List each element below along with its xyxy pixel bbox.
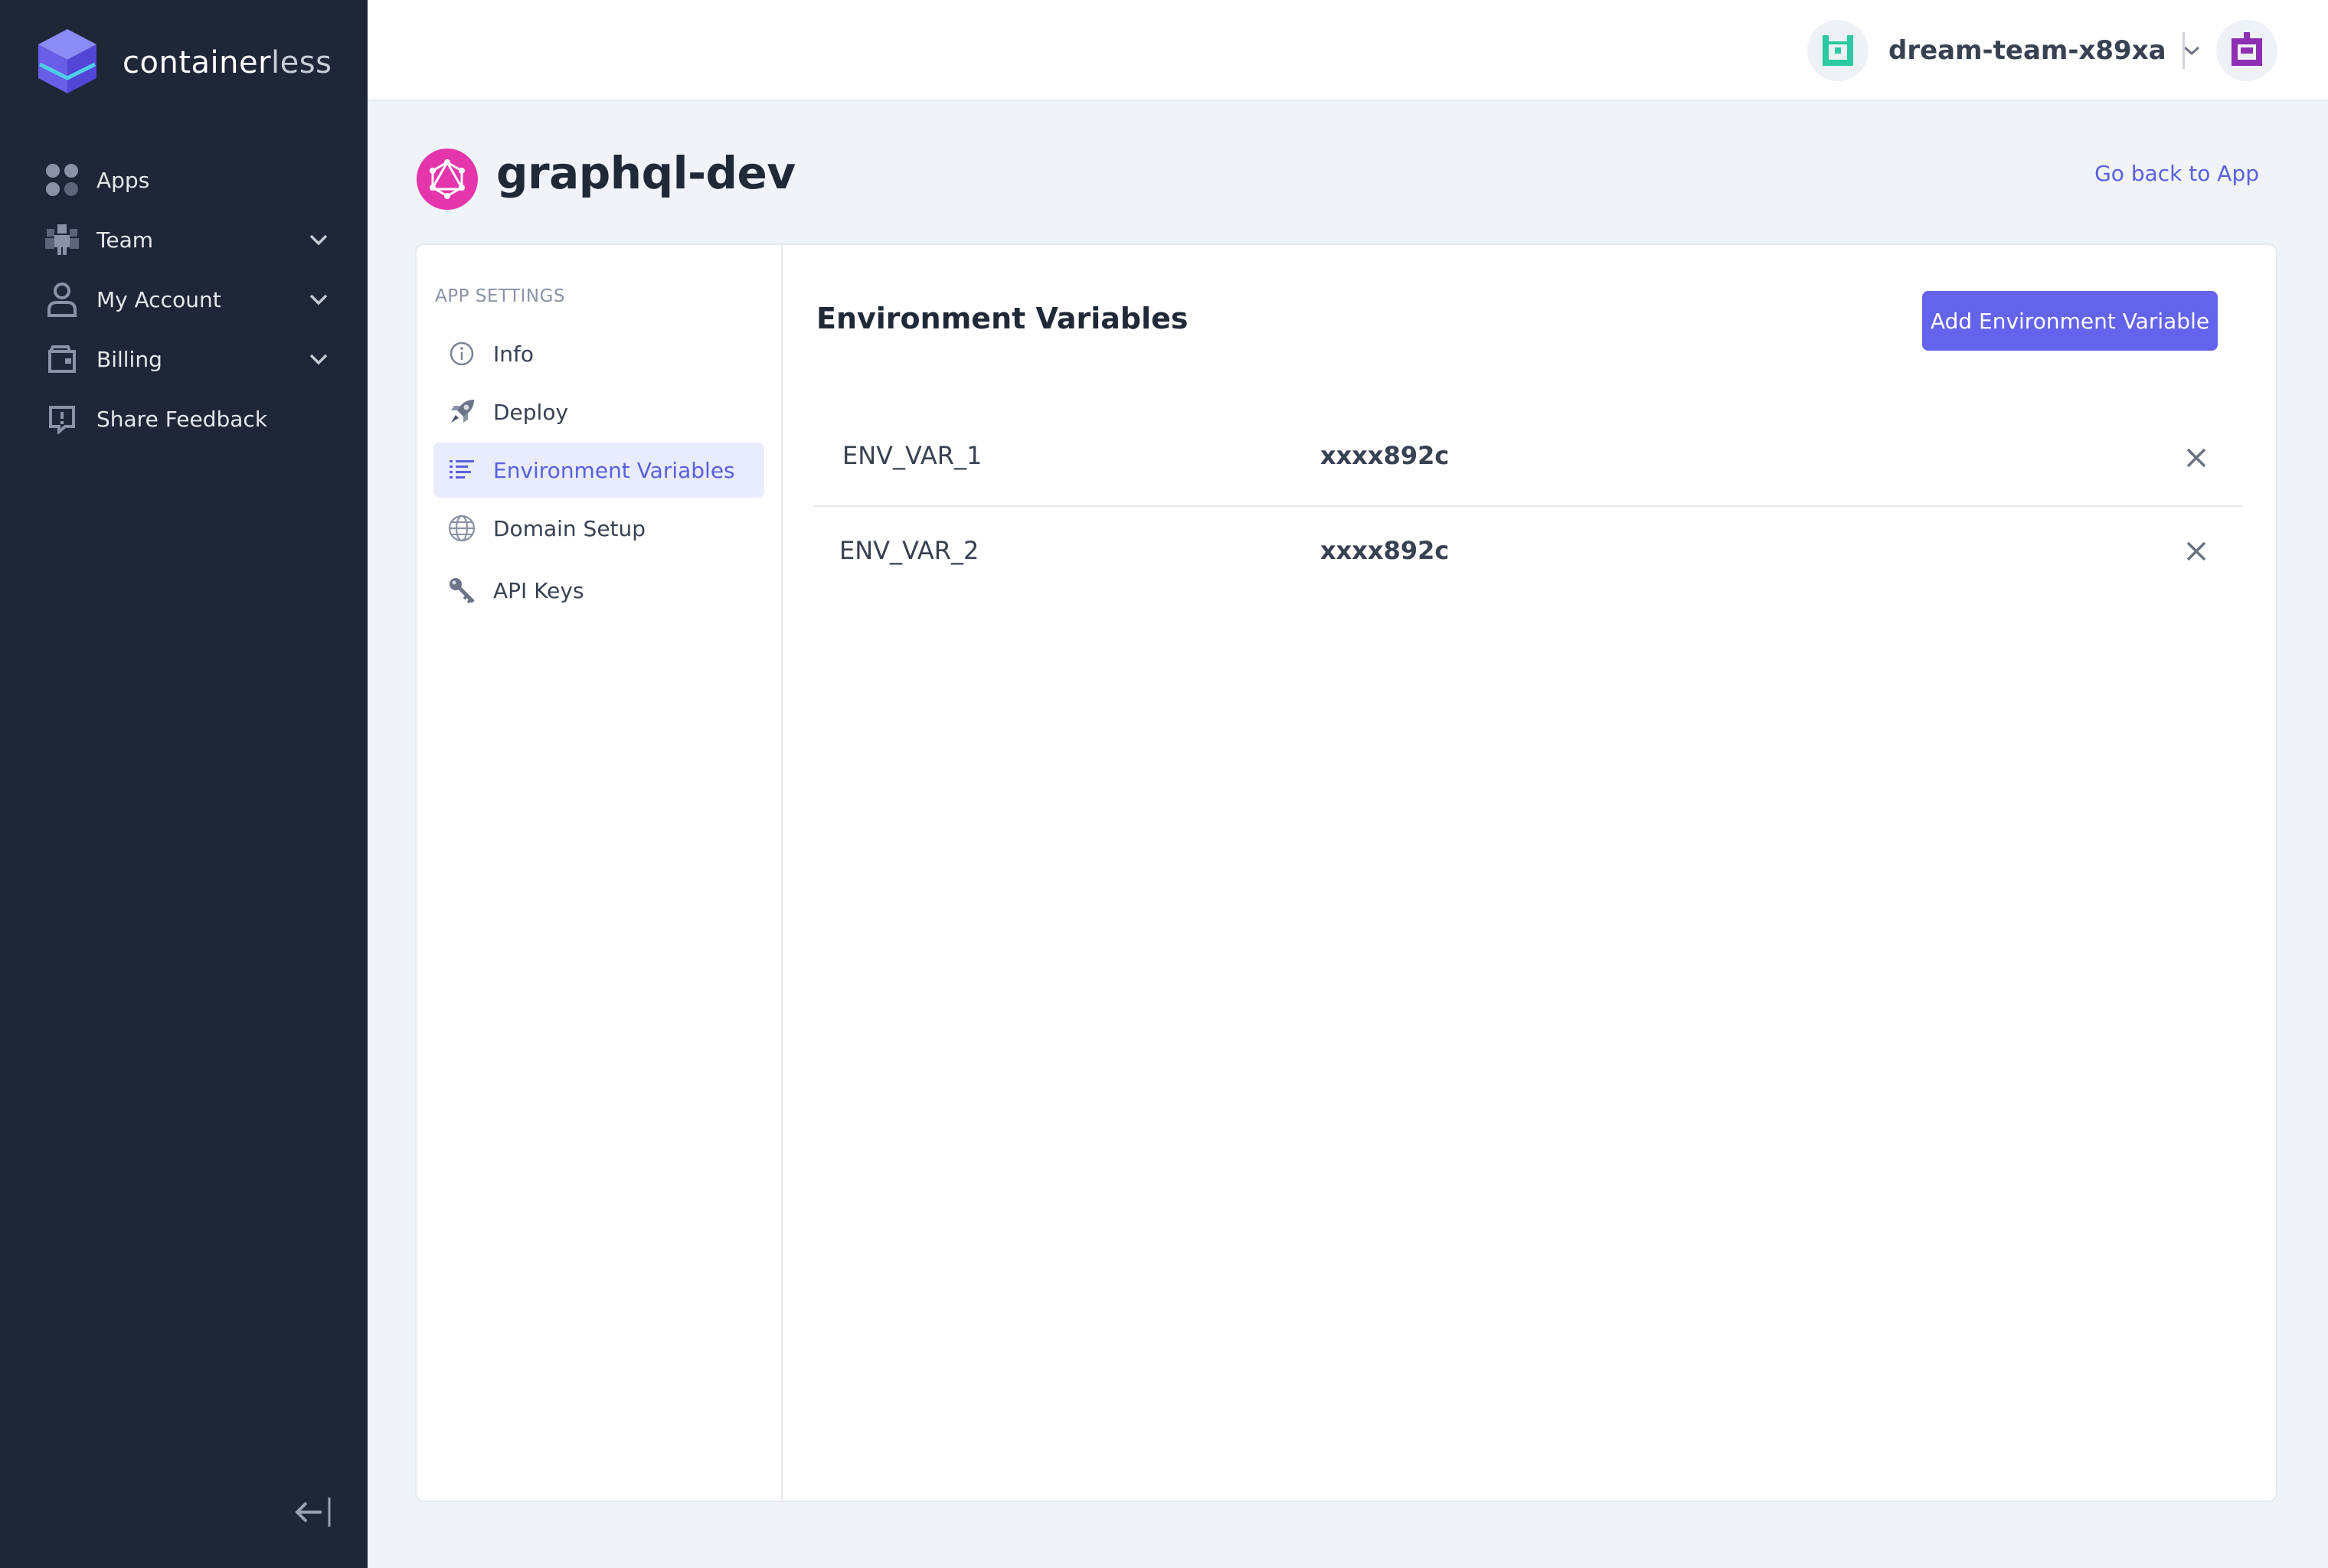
settings-list: Info Deploy Environment Variables Domain… [433,326,764,625]
collapse-sidebar-button[interactable] [291,1493,334,1531]
user-avatar[interactable] [2216,20,2277,81]
apps-grid-icon [43,161,81,199]
sidebar-item-my-account[interactable]: My Account [43,270,334,329]
settings-card: APP SETTINGS Info Deploy Environment Var… [415,243,2277,1502]
info-icon [444,336,479,371]
wallet-icon [43,340,81,378]
rocket-icon [444,394,479,430]
section-title: Environment Variables [816,302,1189,335]
key-icon [444,573,479,608]
env-var-key[interactable]: ENV_VAR_2 [839,536,979,565]
graphql-icon [430,159,465,199]
globe-icon [444,511,479,546]
top-bar: dream-team-x89xa [368,0,2328,101]
sidebar: containerless Apps Team My Account Billi… [0,0,368,1568]
settings-item-label: API Keys [493,577,584,603]
app-settings-menu: APP SETTINGS Info Deploy Environment Var… [417,245,783,1501]
chevron-down-icon[interactable] [303,344,334,374]
settings-item-info[interactable]: Info [433,326,764,381]
close-icon [2186,448,2206,468]
sidebar-nav: Apps Team My Account Billing Share Feedb… [43,150,334,449]
environment-variables-panel: Environment Variables Add Environment Va… [783,245,2276,1501]
sidebar-item-apps[interactable]: Apps [43,150,334,210]
sidebar-item-label: Billing [96,346,162,372]
env-var-row: ENV_VAR_1 xxxx892c [813,409,2242,507]
app-avatar [417,149,478,210]
environment-variables-list: ENV_VAR_1 xxxx892c ENV_VAR_2 xxxx892c [813,409,2242,605]
sidebar-item-team[interactable]: Team [43,210,334,270]
sidebar-item-label: My Account [96,286,221,312]
settings-item-label: Info [493,341,534,367]
page-title: graphql-dev [496,147,796,199]
sidebar-item-billing[interactable]: Billing [43,329,334,389]
close-icon [2186,541,2206,561]
settings-item-label: Environment Variables [493,457,735,483]
team-avatar [1807,20,1869,81]
delete-env-var-button[interactable] [2181,443,2212,473]
team-avatar-icon [1823,35,1853,66]
env-var-key[interactable]: ENV_VAR_1 [842,441,982,470]
settings-item-environment-variables[interactable]: Environment Variables [433,443,764,498]
team-name: dream-team-x89xa [1888,35,2166,66]
env-var-value[interactable]: xxxx892c [1320,441,1449,470]
feedback-icon [43,400,81,438]
team-switcher[interactable]: dream-team-x89xa [1807,20,2203,81]
settings-item-deploy[interactable]: Deploy [433,384,764,439]
sidebar-item-label: Apps [96,167,150,193]
brand-name: containerless [123,45,332,80]
user-avatar-icon [2232,32,2262,66]
cube-logo-icon [35,26,100,100]
settings-item-label: Deploy [493,399,569,425]
chevron-down-icon[interactable] [303,284,334,315]
settings-item-domain-setup[interactable]: Domain Setup [433,501,764,556]
user-icon [43,280,81,318]
settings-item-label: Domain Setup [493,515,646,541]
collapse-left-icon [291,1498,334,1534]
sidebar-item-label: Team [96,227,154,253]
add-environment-variable-button[interactable]: Add Environment Variable [1922,291,2218,351]
delete-env-var-button[interactable] [2181,536,2212,567]
env-var-value[interactable]: xxxx892c [1320,536,1449,565]
sidebar-item-label: Share Feedback [96,406,268,432]
team-icon [43,220,81,259]
settings-item-api-keys[interactable]: API Keys [433,559,764,622]
brand-logo[interactable]: containerless [35,26,332,100]
list-icon [444,452,479,488]
divider [2182,32,2185,69]
chevron-down-icon[interactable] [303,224,334,255]
sidebar-item-share-feedback[interactable]: Share Feedback [43,389,334,449]
env-var-row: ENV_VAR_2 xxxx892c [813,507,2242,605]
settings-heading: APP SETTINGS [435,286,566,306]
go-back-link[interactable]: Go back to App [2094,161,2259,186]
